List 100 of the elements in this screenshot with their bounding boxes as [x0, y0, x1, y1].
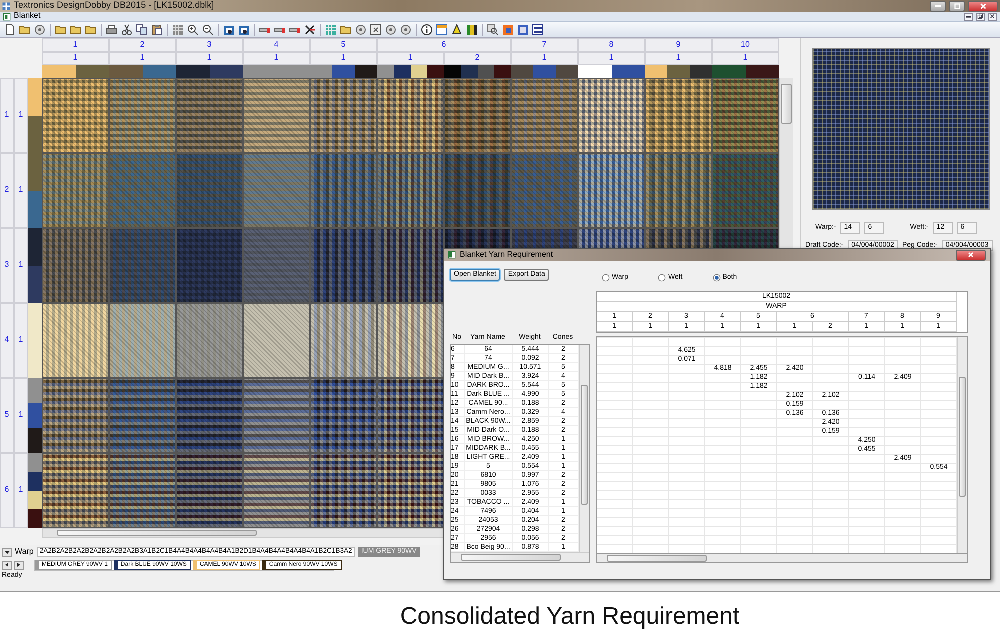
color-grid-icon	[325, 24, 337, 36]
picture-icon	[502, 24, 514, 36]
cross-icon	[304, 24, 316, 36]
frame-icon	[223, 24, 235, 36]
left-arrow-icon	[4, 562, 10, 568]
minimize-button[interactable]	[930, 0, 946, 12]
column-part-number: 1	[310, 52, 377, 65]
column-number: 4	[243, 38, 310, 52]
toolbar-button[interactable]	[120, 22, 134, 36]
toolbar-button[interactable]	[150, 22, 164, 36]
close-icon	[989, 13, 996, 20]
square-icon	[517, 24, 529, 36]
column-part-number: 1	[578, 52, 645, 65]
close-button[interactable]	[956, 250, 986, 260]
toolbar-button[interactable]	[303, 22, 317, 36]
calendar-icon	[436, 24, 448, 36]
minimize-icon	[966, 16, 971, 18]
disk-icon	[355, 24, 367, 36]
column-number: 3	[176, 38, 243, 52]
clipboard-icon	[151, 24, 163, 36]
minimize-button[interactable]	[964, 12, 973, 20]
restore-icon	[977, 13, 984, 20]
row-part-number: 1	[14, 228, 28, 303]
printer-icon	[106, 24, 118, 36]
toolbar-button[interactable]	[486, 22, 500, 36]
column-number: 1	[42, 38, 109, 52]
column-number: 8	[578, 38, 645, 52]
scroll-right-button[interactable]	[14, 560, 24, 570]
column-part-number: 1	[511, 52, 578, 65]
document-icon	[3, 12, 11, 20]
column-number: 9	[645, 38, 712, 52]
box-icon	[370, 24, 382, 36]
column-part-number: 1	[109, 52, 176, 65]
close-button[interactable]	[968, 0, 998, 12]
toolbar-button[interactable]	[369, 22, 383, 36]
column-number: 7	[511, 38, 578, 52]
disk-icon	[34, 24, 46, 36]
toolbar-button[interactable]	[450, 22, 464, 36]
maximize-icon	[952, 2, 962, 10]
maximize-button[interactable]	[949, 0, 965, 12]
column-part-number: 1	[645, 52, 712, 65]
caret-icon	[4, 548, 10, 556]
dropdown-button[interactable]	[2, 548, 12, 556]
caption: Consolidated Yarn Requirement	[400, 603, 740, 630]
bars-icon	[466, 24, 478, 36]
toolbar-button[interactable]	[186, 22, 200, 36]
window-title: Textronics DesignDobby DB2015 - [LK15002.dblk]	[14, 1, 216, 11]
window-icon	[448, 251, 456, 259]
column-part-number: 1	[377, 52, 444, 65]
column-part-number: 1	[243, 52, 310, 65]
minimize-icon	[935, 5, 941, 7]
row-number: 1	[0, 78, 14, 153]
row-part-number: 1	[14, 453, 28, 528]
close-button[interactable]	[988, 12, 997, 20]
toolbar-button[interactable]	[105, 22, 119, 36]
row-part-number: 1	[14, 78, 28, 153]
toolbar-button[interactable]	[420, 22, 434, 36]
grid-icon	[172, 24, 184, 36]
row-number: 2	[0, 153, 14, 228]
row-part-number: 1	[14, 153, 28, 228]
close-icon	[978, 2, 988, 10]
horizontal-scrollbar[interactable]	[451, 552, 589, 562]
vertical-scrollbar[interactable]	[957, 337, 967, 553]
right-arrow-icon	[16, 562, 22, 568]
row-number: 3	[0, 228, 14, 303]
copy-icon	[136, 24, 148, 36]
zoom-out-icon	[202, 24, 214, 36]
zoom-in-icon	[187, 24, 199, 36]
sequence-label: Warp	[15, 548, 34, 556]
column-part-number: 2	[444, 52, 511, 65]
app-icon	[2, 2, 11, 10]
toolbar-button[interactable]	[201, 22, 215, 36]
toolbar-button[interactable]	[531, 22, 545, 36]
column-part-number: 1	[42, 52, 109, 65]
restore-button[interactable]	[976, 12, 985, 20]
column-part-number: 1	[712, 52, 779, 65]
dialog-title: Blanket Yarn Requirement	[460, 250, 554, 260]
scroll-left-button[interactable]	[2, 560, 12, 570]
toolbar-button[interactable]	[465, 22, 479, 36]
disk-icon	[400, 24, 412, 36]
row-number: 6	[0, 453, 14, 528]
column-number: 5	[310, 38, 377, 52]
column-number: 10	[712, 38, 779, 52]
horizontal-scrollbar[interactable]	[596, 553, 968, 563]
disk-icon	[385, 24, 397, 36]
column-number: 2	[109, 38, 176, 52]
column-part-number: 1	[176, 52, 243, 65]
magnifier-icon	[487, 24, 499, 36]
row-number: 4	[0, 303, 14, 378]
row-number: 5	[0, 378, 14, 453]
frame-icon	[238, 24, 250, 36]
close-icon	[967, 251, 975, 259]
scissors-icon	[121, 24, 133, 36]
list-icon	[532, 24, 544, 36]
vertical-scrollbar[interactable]	[579, 345, 589, 552]
info-icon	[421, 24, 433, 36]
row-part-number: 1	[14, 303, 28, 378]
row-part-number: 1	[14, 378, 28, 453]
toolbar-button[interactable]	[135, 22, 149, 36]
column-number: 6	[377, 38, 511, 52]
